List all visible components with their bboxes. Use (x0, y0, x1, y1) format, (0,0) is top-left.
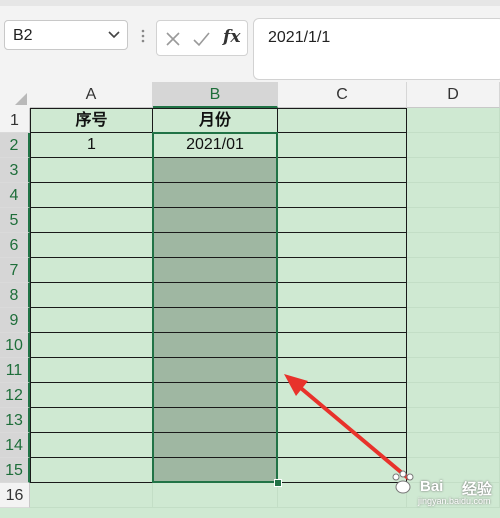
column-header-b[interactable]: B (153, 82, 278, 108)
row-header-1[interactable]: 1 (0, 108, 30, 133)
cell-b12[interactable] (153, 383, 278, 408)
cell-d2[interactable] (407, 133, 500, 158)
cell-c5[interactable] (278, 208, 407, 233)
formula-value: 2021/1/1 (268, 29, 331, 46)
cell-a4[interactable] (30, 183, 153, 208)
cell-d5[interactable] (407, 208, 500, 233)
cell-d7[interactable] (407, 258, 500, 283)
row-header-2[interactable]: 2 (0, 133, 30, 158)
cell-b8[interactable] (153, 283, 278, 308)
cell-b13[interactable] (153, 408, 278, 433)
cell-a5[interactable] (30, 208, 153, 233)
cell-c13[interactable] (278, 408, 407, 433)
cell-d6[interactable] (407, 233, 500, 258)
cell-c10[interactable] (278, 333, 407, 358)
cell-a6[interactable] (30, 233, 153, 258)
row-header-4[interactable]: 4 (0, 183, 30, 208)
select-all-corner[interactable] (0, 82, 30, 108)
cell-c1[interactable] (278, 108, 407, 133)
fill-handle[interactable] (274, 479, 282, 487)
cell-a12[interactable] (30, 383, 153, 408)
cell-b3[interactable] (153, 158, 278, 183)
cell-d10[interactable] (407, 333, 500, 358)
row-header-10[interactable]: 10 (0, 333, 30, 358)
cell-c4[interactable] (278, 183, 407, 208)
chevron-down-icon[interactable] (107, 25, 121, 45)
row-header-15[interactable]: 15 (0, 458, 30, 483)
formula-bar-area: B2 fx 2021/1/1 (0, 6, 500, 82)
cell-c14[interactable] (278, 433, 407, 458)
cell-b1[interactable]: 月份 (153, 108, 278, 133)
cell-d9[interactable] (407, 308, 500, 333)
row-header-13[interactable]: 13 (0, 408, 30, 433)
cell-a3[interactable] (30, 158, 153, 183)
cell-a9[interactable] (30, 308, 153, 333)
cell-d13[interactable] (407, 408, 500, 433)
row-header-7[interactable]: 7 (0, 258, 30, 283)
drag-handle-icon[interactable] (140, 28, 146, 44)
check-icon[interactable] (191, 29, 211, 49)
cell-a14[interactable] (30, 433, 153, 458)
row-header-12[interactable]: 12 (0, 383, 30, 408)
cell-d1[interactable] (407, 108, 500, 133)
fx-icon[interactable]: fx (223, 27, 240, 47)
cell-d8[interactable] (407, 283, 500, 308)
watermark-url: jingyan.baidu.com (418, 496, 491, 506)
cell-c8[interactable] (278, 283, 407, 308)
cell-a13[interactable] (30, 408, 153, 433)
column-header-c[interactable]: C (278, 82, 407, 108)
formula-input[interactable]: 2021/1/1 (253, 18, 500, 80)
cell-a11[interactable] (30, 358, 153, 383)
close-icon[interactable] (163, 29, 183, 49)
cell-c7[interactable] (278, 258, 407, 283)
cell-b10[interactable] (153, 333, 278, 358)
cell-a8[interactable] (30, 283, 153, 308)
cell-b11[interactable] (153, 358, 278, 383)
cell-d11[interactable] (407, 358, 500, 383)
cell-b2[interactable]: 2021/01 (153, 133, 278, 158)
column-header-d[interactable]: D (407, 82, 500, 108)
cell-b4[interactable] (153, 183, 278, 208)
row-header-9[interactable]: 9 (0, 308, 30, 333)
cell-a2[interactable]: 1 (30, 133, 153, 158)
cell-a1[interactable]: 序号 (30, 108, 153, 133)
cell-c9[interactable] (278, 308, 407, 333)
row-header-6[interactable]: 6 (0, 233, 30, 258)
name-box[interactable]: B2 (4, 20, 128, 50)
cell-b6[interactable] (153, 233, 278, 258)
column-header-a[interactable]: A (30, 82, 153, 108)
cell-c6[interactable] (278, 233, 407, 258)
cell-d3[interactable] (407, 158, 500, 183)
cell-b15[interactable] (153, 458, 278, 483)
cell-d4[interactable] (407, 183, 500, 208)
cell-d14[interactable] (407, 433, 500, 458)
cell-c12[interactable] (278, 383, 407, 408)
spreadsheet-grid[interactable]: A B C D 1 序号 月份 2 1 2021/01 3 4 5 6 7 8 9 10 11 12 13 14 15 16 (0, 82, 500, 518)
row-header-11[interactable]: 11 (0, 358, 30, 383)
cell-a10[interactable] (30, 333, 153, 358)
row-header-5[interactable]: 5 (0, 208, 30, 233)
cell-a16[interactable] (30, 483, 153, 508)
cell-b16[interactable] (153, 483, 278, 508)
cell-b14[interactable] (153, 433, 278, 458)
row-header-8[interactable]: 8 (0, 283, 30, 308)
baidu-watermark: Bai 经验 jingyan.baidu.com (382, 466, 498, 506)
cell-a7[interactable] (30, 258, 153, 283)
cell-d12[interactable] (407, 383, 500, 408)
cell-c3[interactable] (278, 158, 407, 183)
cell-a15[interactable] (30, 458, 153, 483)
cell-b9[interactable] (153, 308, 278, 333)
row-header-14[interactable]: 14 (0, 433, 30, 458)
formula-buttons: fx (156, 20, 248, 56)
row-header-3[interactable]: 3 (0, 158, 30, 183)
cell-b5[interactable] (153, 208, 278, 233)
watermark-brand-left: Bai (420, 478, 444, 495)
row-header-16[interactable]: 16 (0, 483, 30, 508)
baidu-paw-icon (392, 470, 414, 494)
cell-b7[interactable] (153, 258, 278, 283)
name-box-value: B2 (13, 27, 33, 44)
cell-c2[interactable] (278, 133, 407, 158)
cell-c11[interactable] (278, 358, 407, 383)
